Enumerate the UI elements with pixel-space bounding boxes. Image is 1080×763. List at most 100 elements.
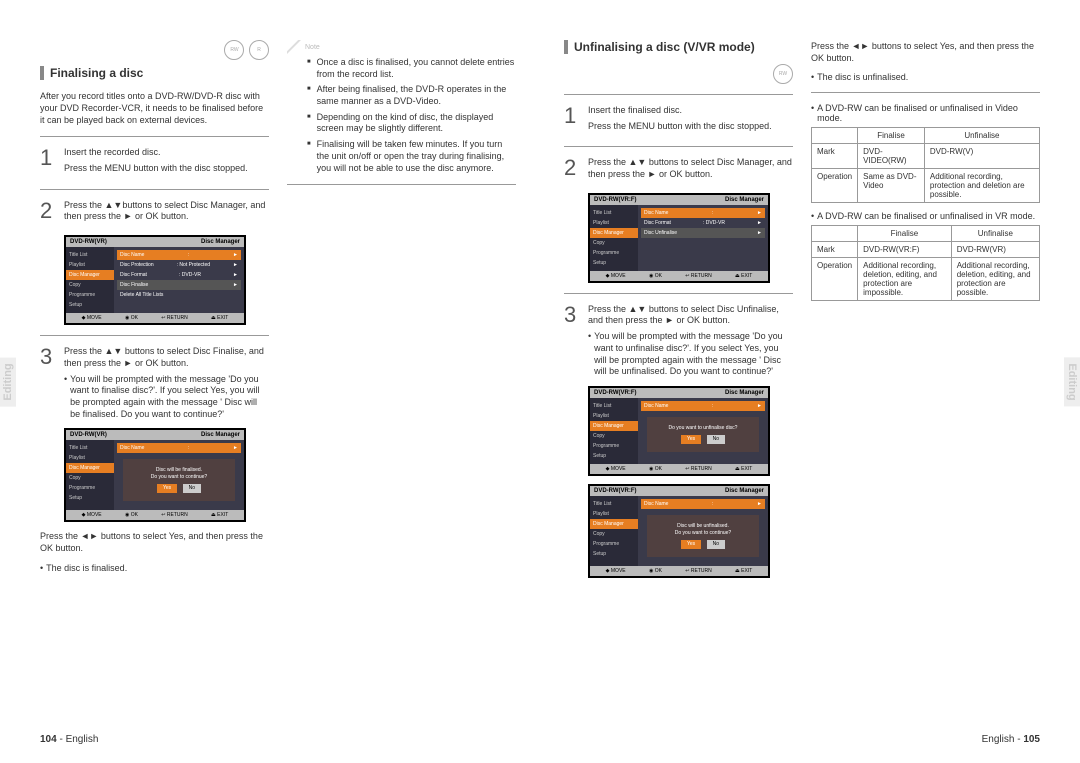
right-col2: Press the ◄► buttons to select Yes, and … (811, 40, 1040, 586)
osd-menu-item: Copy (590, 238, 638, 248)
osdr3-section: Disc Manager (725, 488, 764, 494)
osd-menu-item: Title List (590, 208, 638, 218)
osd-row-v: : (188, 252, 189, 258)
osd-row-v: : (188, 445, 189, 451)
osd-dialog-text: Disc will be finalised. Do you want to c… (127, 467, 231, 481)
page-number-right: English - 105 (982, 734, 1040, 745)
osdr1-section: Disc Manager (725, 197, 764, 203)
osd-menu-item: Copy (66, 280, 114, 290)
osd-row-k: Disc Name (644, 210, 668, 216)
td: Additional recording, deletion, editing,… (858, 258, 952, 301)
osd-ft: EXIT (217, 315, 228, 321)
osd-menu-item: Disc Manager (590, 228, 638, 238)
disc-rw-icon: RW (773, 64, 793, 84)
divider (811, 92, 1040, 93)
osd-menu-item: Disc Manager (66, 463, 114, 473)
osd-menu-item: Disc Manager (590, 519, 638, 529)
osd1-section: Disc Manager (201, 239, 240, 245)
td: Mark (812, 242, 858, 258)
step-2: 2 Press the ▲▼buttons to select Disc Man… (40, 200, 269, 227)
section-title-unfinalising: Unfinalising a disc (V/VR mode) (564, 40, 793, 54)
osd-row-k: Disc Name (644, 403, 668, 409)
disc-r-icon: R (249, 40, 269, 60)
step-num-1: 1 (564, 105, 588, 136)
r-note1: A DVD-RW can be finalised or unfinalised… (817, 103, 1040, 123)
r-step2-text: Press the ▲▼ buttons to select Disc Mana… (588, 157, 793, 180)
pagenum-num: 105 (1023, 734, 1040, 745)
osd-ft: RETURN (167, 315, 188, 321)
osd2-section: Disc Manager (201, 432, 240, 438)
osd-row-v: : Not Protected (177, 262, 210, 268)
osd-yes-btn: Yes (681, 540, 701, 549)
section-title-finalising: Finalising a disc (40, 66, 269, 80)
osd-row-k: Delete All Title Lists (120, 292, 163, 298)
td: Same as DVD-Video (858, 169, 925, 203)
divider (564, 94, 793, 95)
note-item: Depending on the kind of disc, the displ… (317, 112, 516, 135)
osd-row-v: : DVD-VR (179, 272, 201, 278)
osdr1-title: DVD-RW(VR:F) (594, 197, 637, 203)
osd-ft: MOVE (611, 466, 626, 472)
osdr2-section: Disc Manager (725, 390, 764, 396)
osd-finalise-menu: DVD-RW(VR) Disc Manager Title List Playl… (64, 235, 246, 325)
th (812, 226, 858, 242)
r-step-2: 2 Press the ▲▼ buttons to select Disc Ma… (564, 157, 793, 184)
osd-menu-item: Copy (590, 529, 638, 539)
osd-row-v: : DVD-VR (703, 220, 725, 226)
osd-ft: OK (131, 512, 138, 518)
osdr2-title: DVD-RW(VR:F) (594, 390, 637, 396)
left-col1: RW R Finalising a disc After you record … (40, 40, 269, 573)
disc-rw-icon: RW (224, 40, 244, 60)
page-left: Editing RW R Finalising a disc After you… (0, 0, 540, 763)
osd-menu-item: Programme (66, 483, 114, 493)
step-1: 1 Insert the recorded disc. Press the ME… (40, 147, 269, 178)
r-step3-bullet: You will be prompted with the message 'D… (594, 331, 793, 378)
pagenum-lang: English (982, 734, 1015, 745)
osd-menu-item: Programme (590, 248, 638, 258)
osd-finalise-confirm: DVD-RW(VR) Disc Manager Title List Playl… (64, 428, 246, 522)
note-item: Finalising will be taken few minutes. If… (317, 139, 516, 174)
osd-ft: RETURN (691, 273, 712, 279)
osd-ft: MOVE (87, 315, 102, 321)
osd2-title: DVD-RW(VR) (70, 432, 107, 438)
osd-menu-item: Disc Manager (66, 270, 114, 280)
disc-icon-row: RW (564, 64, 793, 84)
after-osd2b: The disc is finalised. (46, 563, 127, 573)
osd-no-btn: No (707, 540, 725, 549)
osd-menu-item: Disc Manager (590, 421, 638, 431)
osd-ft: OK (655, 568, 662, 574)
page-right: Editing Unfinalising a disc (V/VR mode) … (540, 0, 1080, 763)
osd-unfinalise-menu: DVD-RW(VR:F) Disc Manager Title List Pla… (588, 193, 770, 283)
osd-menu-item: Programme (66, 290, 114, 300)
th: Finalise (858, 226, 952, 242)
pencil-icon (287, 40, 301, 54)
step-num-2: 2 (40, 200, 64, 227)
step-num-3: 3 (40, 346, 64, 420)
note-list: Once a disc is finalised, you cannot del… (307, 57, 516, 174)
osd-row-k: Disc Format (644, 220, 671, 226)
th: Unfinalise (924, 128, 1039, 144)
osd-menu-item: Playlist (590, 509, 638, 519)
page-number-left: 104 - English (40, 734, 98, 745)
osd1-title: DVD-RW(VR) (70, 239, 107, 245)
note-item: Once a disc is finalised, you cannot del… (317, 57, 516, 80)
divider (564, 146, 793, 147)
osd-menu-item: Programme (590, 441, 638, 451)
step-num-1: 1 (40, 147, 64, 178)
osd-row-k: Disc Finalise (120, 282, 148, 288)
osd-menu-item: Setup (590, 549, 638, 559)
osd-menu-item: Setup (590, 258, 638, 268)
osd-ft: MOVE (611, 273, 626, 279)
td: DVD-RW(V) (924, 144, 1039, 169)
osd-dialog-text: Disc will be unfinalised. Do you want to… (651, 523, 755, 537)
divider (287, 184, 516, 185)
divider (40, 136, 269, 137)
step-num-2: 2 (564, 157, 588, 184)
step1-line1: Insert the recorded disc. (64, 147, 269, 159)
osd-ft: EXIT (741, 466, 752, 472)
divider (40, 189, 269, 190)
r-step-1: 1 Insert the finalised disc. Press the M… (564, 105, 793, 136)
finalising-intro: After you record titles onto a DVD-RW/DV… (40, 90, 269, 126)
step1-line2: Press the MENU button with the disc stop… (64, 163, 269, 175)
osd-no-btn: No (707, 435, 725, 444)
